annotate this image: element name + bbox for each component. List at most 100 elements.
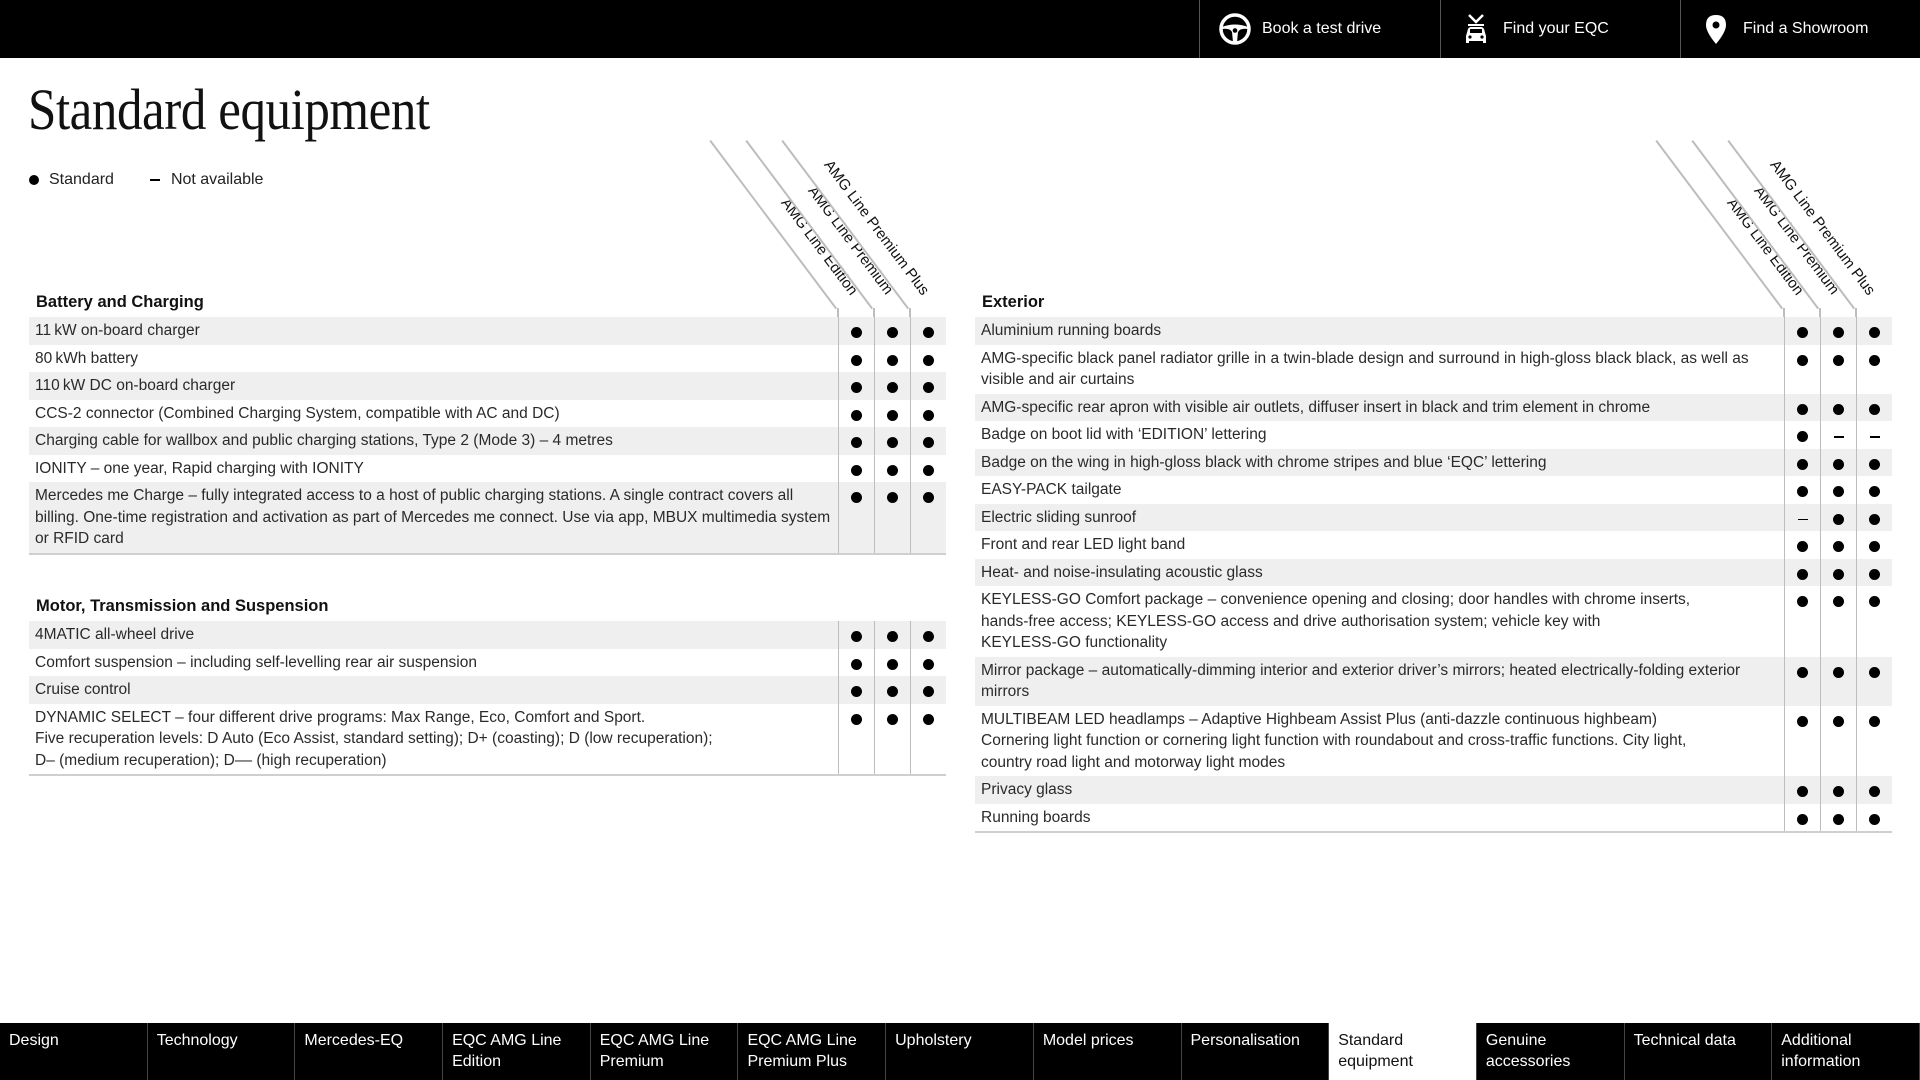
table-row: 80 kWh battery bbox=[29, 344, 946, 372]
nav-tab-mercedes-eq[interactable]: Mercedes-EQ bbox=[295, 1023, 444, 1080]
availability-cell bbox=[1784, 558, 1820, 586]
availability-cell bbox=[874, 344, 910, 372]
availability-cell bbox=[1784, 317, 1820, 345]
availability-cell bbox=[874, 648, 910, 676]
standard-dot-icon bbox=[1833, 596, 1844, 607]
feature-label: 4MATIC all-wheel drive bbox=[35, 626, 195, 643]
availability-cell bbox=[838, 399, 874, 427]
standard-dot-icon bbox=[851, 382, 862, 393]
availability-cell bbox=[874, 676, 910, 704]
feature-label: AMG-specific rear apron with visible air… bbox=[981, 398, 1651, 416]
nav-tab-design[interactable]: Design bbox=[0, 1023, 148, 1080]
availability-cell bbox=[1856, 476, 1892, 504]
table-row: 11 kW on-board charger bbox=[29, 317, 946, 345]
availability-cell bbox=[910, 454, 946, 482]
find-your-eqc-button[interactable]: Find your EQC bbox=[1440, 0, 1680, 58]
not-available-dash-icon bbox=[1797, 518, 1808, 520]
availability-cell bbox=[1784, 656, 1820, 706]
column-divider-line bbox=[1727, 140, 1855, 309]
table-row: Comfort suspension – including self-leve… bbox=[29, 648, 946, 676]
standard-dot-icon bbox=[887, 492, 898, 503]
table-row: 110 kW DC on-board charger bbox=[29, 372, 946, 400]
availability-cell bbox=[1856, 803, 1892, 831]
table-row: Front and rear LED light band bbox=[975, 531, 1892, 559]
nav-tab-genuine-accessories[interactable]: Genuine accessories bbox=[1477, 1023, 1625, 1080]
feature-label: Badge on boot lid with ‘EDITION’ letteri… bbox=[981, 426, 1267, 443]
availability-cell bbox=[1856, 421, 1892, 449]
standard-dot-icon bbox=[923, 492, 934, 503]
nav-tab-technology[interactable]: Technology bbox=[148, 1023, 296, 1080]
standard-dot-icon bbox=[1833, 813, 1844, 825]
find-showroom-button[interactable]: Find a Showroom bbox=[1680, 0, 1920, 58]
table-row: DYNAMIC SELECT – four different drive pr… bbox=[29, 703, 946, 774]
nav-tab-personalisation[interactable]: Personalisation bbox=[1182, 1023, 1330, 1080]
standard-dot-icon bbox=[1797, 786, 1808, 797]
section-title-battery: Battery and Charging bbox=[36, 293, 204, 311]
feature-label: Mercedes me Charge – fully integrated ac… bbox=[35, 487, 831, 547]
availability-cell bbox=[838, 648, 874, 676]
feature-label: IONITY – one year, Rapid charging with I… bbox=[35, 459, 364, 477]
table-row: EASY-PACK tailgate bbox=[975, 476, 1892, 504]
availability-cell bbox=[838, 676, 874, 704]
availability-cell bbox=[1820, 705, 1856, 776]
availability-cell bbox=[1856, 503, 1892, 531]
standard-dot-icon bbox=[851, 492, 862, 503]
standard-dot-icon bbox=[1869, 403, 1880, 415]
nav-tab-standard-equipment[interactable]: Standard equipment bbox=[1329, 1023, 1477, 1080]
availability-cell bbox=[1820, 503, 1856, 531]
feature-label: Front and rear LED light band bbox=[981, 536, 1186, 553]
feature-label: Aluminium running boards bbox=[981, 322, 1162, 339]
column-divider-line bbox=[745, 140, 873, 309]
table-row: Electric sliding sunroof bbox=[975, 503, 1892, 531]
table-bottom-rule bbox=[975, 831, 1892, 833]
standard-dot-icon bbox=[1833, 666, 1844, 678]
battery-table: 11 kW on-board charger 80 kWh battery 110 … bbox=[29, 317, 946, 555]
availability-cell bbox=[1856, 317, 1892, 345]
standard-dot-icon bbox=[1833, 513, 1844, 525]
availability-cell bbox=[1820, 586, 1856, 657]
nav-tab-eqc-amg-line-edition[interactable]: EQC AMG Line Edition bbox=[443, 1023, 591, 1080]
availability-cell bbox=[1856, 531, 1892, 559]
exterior-table: Aluminium running boards AMG-specific bla… bbox=[975, 317, 1892, 833]
standard-dot-icon bbox=[851, 437, 862, 448]
standard-dot-icon bbox=[1833, 354, 1844, 366]
availability-cell bbox=[874, 399, 910, 427]
standard-dot-icon bbox=[887, 658, 898, 670]
steering-wheel-icon bbox=[1218, 12, 1252, 46]
table-row: CCS-2 connector (Combined Charging Syste… bbox=[29, 399, 946, 427]
nav-tab-additional-information[interactable]: Additional information bbox=[1772, 1023, 1920, 1080]
standard-dot-icon bbox=[1869, 715, 1880, 727]
book-test-drive-label: Book a test drive bbox=[1262, 20, 1382, 37]
section-title-exterior: Exterior bbox=[982, 293, 1045, 311]
column-divider-line bbox=[709, 140, 837, 309]
standard-dot-icon bbox=[1797, 486, 1808, 497]
availability-cell bbox=[1820, 448, 1856, 476]
availability-cell bbox=[1820, 656, 1856, 706]
availability-cell bbox=[874, 621, 910, 649]
legend: Standard Not available bbox=[29, 171, 263, 189]
standard-dot-icon bbox=[1869, 813, 1880, 825]
availability-cell bbox=[874, 372, 910, 400]
availability-cell bbox=[1784, 503, 1820, 531]
standard-dot-icon bbox=[1797, 431, 1808, 442]
standard-dot-icon bbox=[887, 354, 898, 366]
availability-cell bbox=[1820, 344, 1856, 394]
availability-cell bbox=[910, 399, 946, 427]
availability-cell bbox=[874, 482, 910, 553]
column-header: AMG Line Edition bbox=[777, 194, 861, 299]
standard-dot-icon bbox=[1797, 813, 1808, 825]
nav-tab-eqc-amg-line-premium-plus[interactable]: EQC AMG Line Premium Plus bbox=[738, 1023, 887, 1080]
section-title-motor: Motor, Transmission and Suspension bbox=[36, 597, 329, 615]
nav-tab-technical-data[interactable]: Technical data bbox=[1625, 1023, 1773, 1080]
nav-tab-eqc-amg-line-premium[interactable]: EQC AMG Line Premium bbox=[591, 1023, 739, 1080]
availability-cell bbox=[1820, 558, 1856, 586]
standard-dot-icon bbox=[1797, 458, 1808, 470]
availability-cell bbox=[1784, 344, 1820, 394]
nav-tab-model-prices[interactable]: Model prices bbox=[1034, 1023, 1182, 1080]
table-row: 4MATIC all-wheel drive bbox=[29, 621, 946, 649]
availability-cell bbox=[838, 344, 874, 372]
not-available-dash-icon bbox=[1833, 436, 1844, 438]
book-test-drive-button[interactable]: Book a test drive bbox=[1199, 0, 1440, 58]
standard-dot-icon bbox=[1797, 666, 1808, 678]
nav-tab-upholstery[interactable]: Upholstery bbox=[886, 1023, 1034, 1080]
